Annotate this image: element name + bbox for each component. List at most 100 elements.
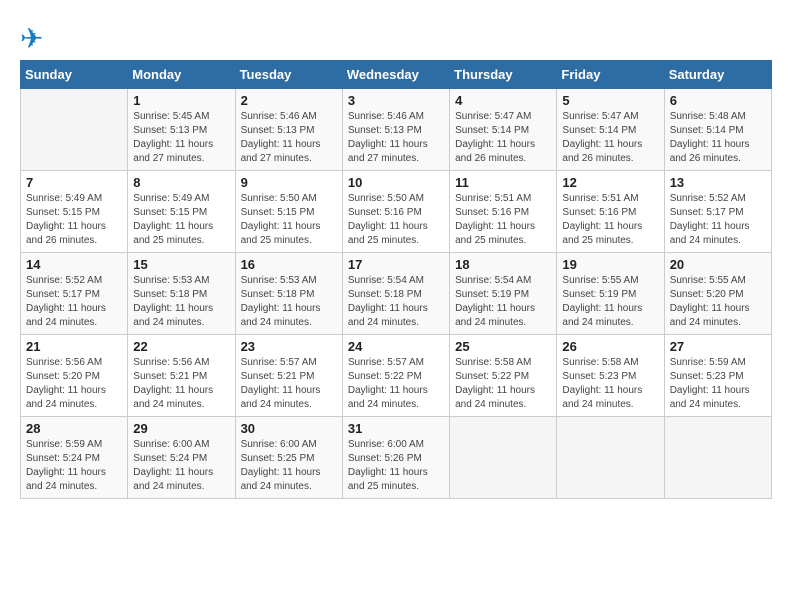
day-info: Sunrise: 5:50 AMSunset: 5:15 PMDaylight:… xyxy=(241,192,337,248)
day-info: Sunrise: 5:47 AMSunset: 5:14 PMDaylight:… xyxy=(562,110,658,166)
calendar-cell: 15 Sunrise: 5:53 AMSunset: 5:18 PMDaylig… xyxy=(128,253,235,335)
calendar-cell: 16 Sunrise: 5:53 AMSunset: 5:18 PMDaylig… xyxy=(235,253,342,335)
calendar-cell: 12 Sunrise: 5:51 AMSunset: 5:16 PMDaylig… xyxy=(557,171,664,253)
day-number: 6 xyxy=(670,93,766,108)
calendar-cell: 20 Sunrise: 5:55 AMSunset: 5:20 PMDaylig… xyxy=(664,253,771,335)
day-info: Sunrise: 5:54 AMSunset: 5:18 PMDaylight:… xyxy=(348,274,444,330)
calendar-cell: 18 Sunrise: 5:54 AMSunset: 5:19 PMDaylig… xyxy=(450,253,557,335)
day-number: 25 xyxy=(455,339,551,354)
calendar-cell xyxy=(450,417,557,499)
weekday-header-tuesday: Tuesday xyxy=(235,61,342,89)
day-number: 24 xyxy=(348,339,444,354)
day-info: Sunrise: 5:59 AMSunset: 5:24 PMDaylight:… xyxy=(26,438,122,494)
day-number: 22 xyxy=(133,339,229,354)
day-number: 27 xyxy=(670,339,766,354)
calendar-week-3: 14 Sunrise: 5:52 AMSunset: 5:17 PMDaylig… xyxy=(21,253,772,335)
calendar-cell xyxy=(664,417,771,499)
logo: ✈ xyxy=(20,20,60,56)
day-number: 26 xyxy=(562,339,658,354)
calendar-cell: 1 Sunrise: 5:45 AMSunset: 5:13 PMDayligh… xyxy=(128,89,235,171)
day-info: Sunrise: 5:52 AMSunset: 5:17 PMDaylight:… xyxy=(670,192,766,248)
day-number: 4 xyxy=(455,93,551,108)
weekday-header-thursday: Thursday xyxy=(450,61,557,89)
calendar-cell: 25 Sunrise: 5:58 AMSunset: 5:22 PMDaylig… xyxy=(450,335,557,417)
weekday-header-saturday: Saturday xyxy=(664,61,771,89)
day-info: Sunrise: 6:00 AMSunset: 5:26 PMDaylight:… xyxy=(348,438,444,494)
calendar-cell: 30 Sunrise: 6:00 AMSunset: 5:25 PMDaylig… xyxy=(235,417,342,499)
day-info: Sunrise: 5:55 AMSunset: 5:19 PMDaylight:… xyxy=(562,274,658,330)
day-info: Sunrise: 5:48 AMSunset: 5:14 PMDaylight:… xyxy=(670,110,766,166)
calendar-table: SundayMondayTuesdayWednesdayThursdayFrid… xyxy=(20,60,772,499)
calendar-cell: 14 Sunrise: 5:52 AMSunset: 5:17 PMDaylig… xyxy=(21,253,128,335)
calendar-cell: 31 Sunrise: 6:00 AMSunset: 5:26 PMDaylig… xyxy=(342,417,449,499)
day-number: 30 xyxy=(241,421,337,436)
day-info: Sunrise: 5:58 AMSunset: 5:23 PMDaylight:… xyxy=(562,356,658,412)
day-number: 1 xyxy=(133,93,229,108)
day-number: 23 xyxy=(241,339,337,354)
day-number: 8 xyxy=(133,175,229,190)
weekday-header-row: SundayMondayTuesdayWednesdayThursdayFrid… xyxy=(21,61,772,89)
calendar-cell: 17 Sunrise: 5:54 AMSunset: 5:18 PMDaylig… xyxy=(342,253,449,335)
calendar-cell: 4 Sunrise: 5:47 AMSunset: 5:14 PMDayligh… xyxy=(450,89,557,171)
calendar-cell xyxy=(557,417,664,499)
day-number: 29 xyxy=(133,421,229,436)
calendar-cell xyxy=(21,89,128,171)
calendar-cell: 3 Sunrise: 5:46 AMSunset: 5:13 PMDayligh… xyxy=(342,89,449,171)
calendar-header: SundayMondayTuesdayWednesdayThursdayFrid… xyxy=(21,61,772,89)
day-info: Sunrise: 6:00 AMSunset: 5:25 PMDaylight:… xyxy=(241,438,337,494)
weekday-header-sunday: Sunday xyxy=(21,61,128,89)
calendar-week-4: 21 Sunrise: 5:56 AMSunset: 5:20 PMDaylig… xyxy=(21,335,772,417)
day-info: Sunrise: 5:57 AMSunset: 5:21 PMDaylight:… xyxy=(241,356,337,412)
calendar-cell: 28 Sunrise: 5:59 AMSunset: 5:24 PMDaylig… xyxy=(21,417,128,499)
day-number: 31 xyxy=(348,421,444,436)
page-header: ✈ xyxy=(20,20,772,56)
day-info: Sunrise: 5:53 AMSunset: 5:18 PMDaylight:… xyxy=(133,274,229,330)
day-info: Sunrise: 5:51 AMSunset: 5:16 PMDaylight:… xyxy=(562,192,658,248)
svg-text:✈: ✈ xyxy=(20,23,43,54)
day-info: Sunrise: 5:49 AMSunset: 5:15 PMDaylight:… xyxy=(26,192,122,248)
day-info: Sunrise: 5:51 AMSunset: 5:16 PMDaylight:… xyxy=(455,192,551,248)
calendar-cell: 21 Sunrise: 5:56 AMSunset: 5:20 PMDaylig… xyxy=(21,335,128,417)
day-number: 2 xyxy=(241,93,337,108)
weekday-header-wednesday: Wednesday xyxy=(342,61,449,89)
day-info: Sunrise: 5:57 AMSunset: 5:22 PMDaylight:… xyxy=(348,356,444,412)
day-number: 10 xyxy=(348,175,444,190)
calendar-cell: 24 Sunrise: 5:57 AMSunset: 5:22 PMDaylig… xyxy=(342,335,449,417)
calendar-cell: 2 Sunrise: 5:46 AMSunset: 5:13 PMDayligh… xyxy=(235,89,342,171)
calendar-cell: 5 Sunrise: 5:47 AMSunset: 5:14 PMDayligh… xyxy=(557,89,664,171)
logo-bird-icon: ✈ xyxy=(20,20,56,56)
calendar-cell: 10 Sunrise: 5:50 AMSunset: 5:16 PMDaylig… xyxy=(342,171,449,253)
day-number: 19 xyxy=(562,257,658,272)
day-info: Sunrise: 6:00 AMSunset: 5:24 PMDaylight:… xyxy=(133,438,229,494)
calendar-cell: 7 Sunrise: 5:49 AMSunset: 5:15 PMDayligh… xyxy=(21,171,128,253)
day-number: 18 xyxy=(455,257,551,272)
calendar-cell: 6 Sunrise: 5:48 AMSunset: 5:14 PMDayligh… xyxy=(664,89,771,171)
day-number: 11 xyxy=(455,175,551,190)
calendar-week-2: 7 Sunrise: 5:49 AMSunset: 5:15 PMDayligh… xyxy=(21,171,772,253)
day-info: Sunrise: 5:50 AMSunset: 5:16 PMDaylight:… xyxy=(348,192,444,248)
calendar-cell: 27 Sunrise: 5:59 AMSunset: 5:23 PMDaylig… xyxy=(664,335,771,417)
day-info: Sunrise: 5:56 AMSunset: 5:20 PMDaylight:… xyxy=(26,356,122,412)
day-number: 20 xyxy=(670,257,766,272)
day-number: 16 xyxy=(241,257,337,272)
calendar-cell: 19 Sunrise: 5:55 AMSunset: 5:19 PMDaylig… xyxy=(557,253,664,335)
calendar-week-1: 1 Sunrise: 5:45 AMSunset: 5:13 PMDayligh… xyxy=(21,89,772,171)
calendar-cell: 22 Sunrise: 5:56 AMSunset: 5:21 PMDaylig… xyxy=(128,335,235,417)
day-number: 5 xyxy=(562,93,658,108)
day-info: Sunrise: 5:56 AMSunset: 5:21 PMDaylight:… xyxy=(133,356,229,412)
day-number: 9 xyxy=(241,175,337,190)
day-number: 12 xyxy=(562,175,658,190)
day-number: 28 xyxy=(26,421,122,436)
calendar-cell: 26 Sunrise: 5:58 AMSunset: 5:23 PMDaylig… xyxy=(557,335,664,417)
day-info: Sunrise: 5:55 AMSunset: 5:20 PMDaylight:… xyxy=(670,274,766,330)
day-number: 14 xyxy=(26,257,122,272)
calendar-cell: 13 Sunrise: 5:52 AMSunset: 5:17 PMDaylig… xyxy=(664,171,771,253)
calendar-cell: 9 Sunrise: 5:50 AMSunset: 5:15 PMDayligh… xyxy=(235,171,342,253)
weekday-header-friday: Friday xyxy=(557,61,664,89)
day-info: Sunrise: 5:46 AMSunset: 5:13 PMDaylight:… xyxy=(348,110,444,166)
day-info: Sunrise: 5:53 AMSunset: 5:18 PMDaylight:… xyxy=(241,274,337,330)
day-number: 13 xyxy=(670,175,766,190)
day-info: Sunrise: 5:58 AMSunset: 5:22 PMDaylight:… xyxy=(455,356,551,412)
weekday-header-monday: Monday xyxy=(128,61,235,89)
calendar-cell: 11 Sunrise: 5:51 AMSunset: 5:16 PMDaylig… xyxy=(450,171,557,253)
